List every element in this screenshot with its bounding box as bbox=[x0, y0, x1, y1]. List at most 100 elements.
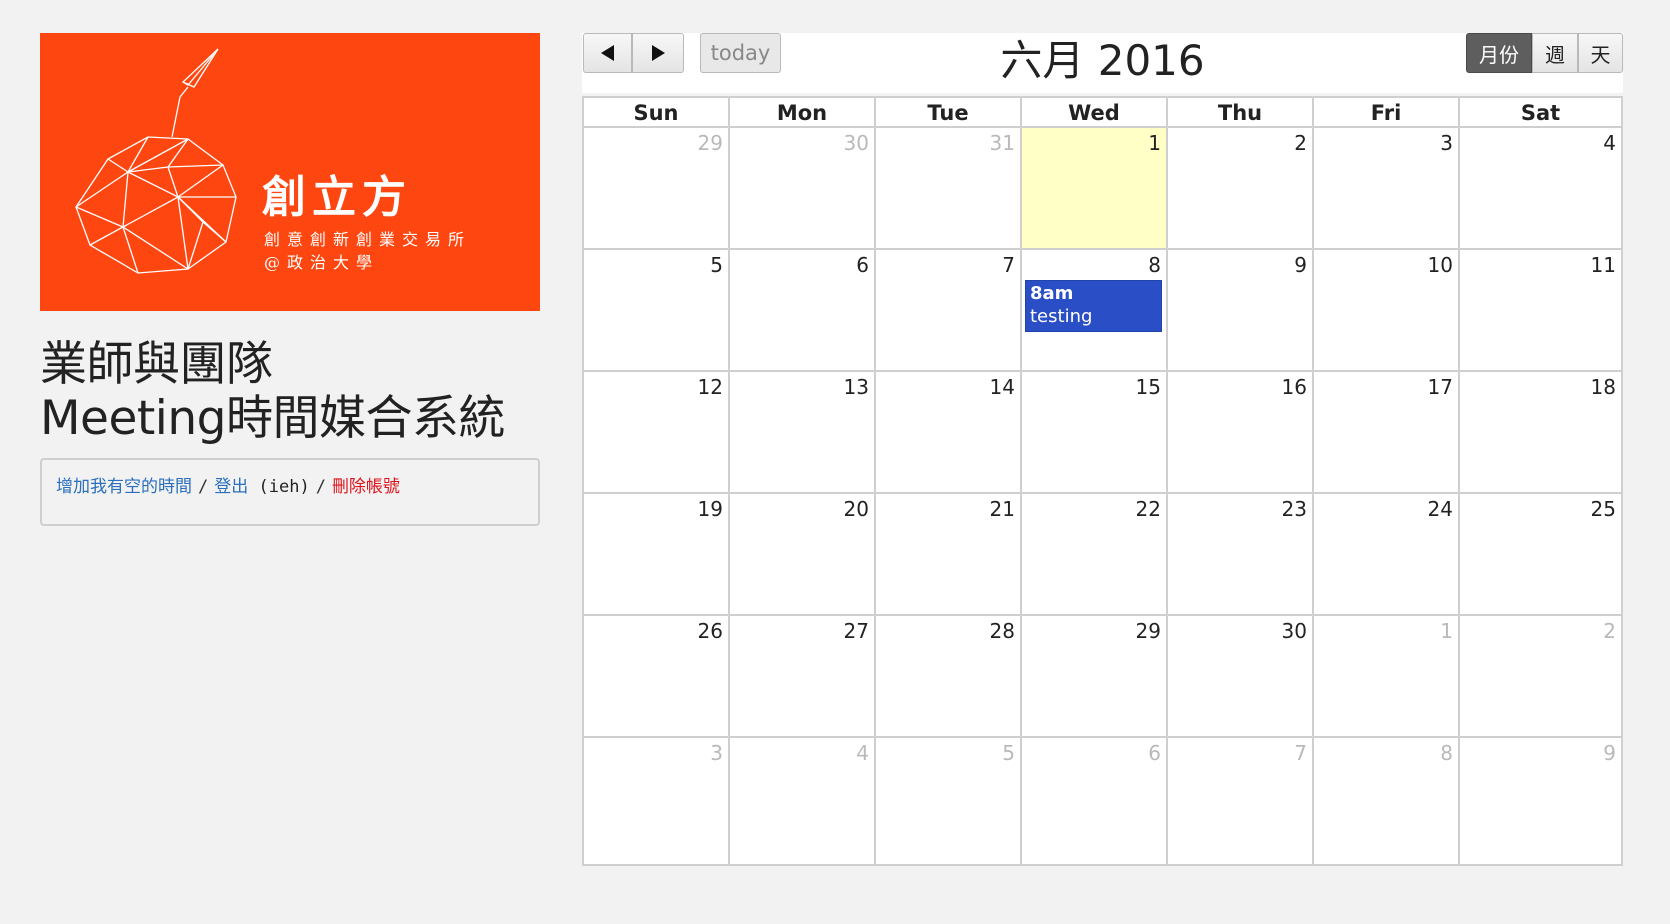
day-number: 19 bbox=[697, 497, 723, 521]
day-number: 20 bbox=[843, 497, 869, 521]
day-cell[interactable]: 13 bbox=[730, 372, 876, 494]
logo-banner: 創立方 創意創新創業交易所 @政治大學 bbox=[40, 33, 540, 311]
day-cell[interactable]: 15 bbox=[1022, 372, 1168, 494]
day-cell[interactable]: 11 bbox=[1460, 250, 1623, 372]
day-cell[interactable]: 1 bbox=[1314, 616, 1460, 738]
separator: / bbox=[198, 477, 209, 497]
month-grid: Sun Mon Tue Wed Thu Fri Sat 29 30 31 1 2 3 4 5 6 7 8 8am t… bbox=[582, 96, 1623, 866]
day-cell[interactable]: 3 bbox=[1314, 128, 1460, 250]
day-number: 30 bbox=[843, 131, 869, 155]
day-cell[interactable]: 6 bbox=[730, 250, 876, 372]
week-row: 26 27 28 29 30 1 2 bbox=[584, 616, 1623, 738]
day-number: 9 bbox=[1603, 741, 1616, 765]
day-cell[interactable]: 24 bbox=[1314, 494, 1460, 616]
week-row: 3 4 5 6 7 8 9 bbox=[584, 738, 1623, 866]
view-week-button[interactable]: 週 bbox=[1532, 33, 1578, 73]
day-number: 18 bbox=[1590, 375, 1616, 399]
day-cell[interactable]: 4 bbox=[1460, 128, 1623, 250]
day-number: 4 bbox=[1603, 131, 1616, 155]
day-number: 1 bbox=[1148, 131, 1161, 155]
day-number: 22 bbox=[1135, 497, 1161, 521]
calendar: today 六月 2016 月份 週 天 Sun Mon Tue Wed Thu Fri S… bbox=[582, 33, 1623, 866]
day-cell[interactable]: 3 bbox=[584, 738, 730, 866]
weekday-header-row: Sun Mon Tue Wed Thu Fri Sat bbox=[584, 98, 1623, 128]
day-number: 25 bbox=[1590, 497, 1616, 521]
day-cell[interactable]: 29 bbox=[1022, 616, 1168, 738]
day-cell[interactable]: 2 bbox=[1460, 616, 1623, 738]
day-cell-today[interactable]: 1 bbox=[1022, 128, 1168, 250]
day-cell[interactable]: 9 bbox=[1168, 250, 1314, 372]
delete-account-link[interactable]: 刪除帳號 bbox=[332, 477, 400, 497]
day-cell[interactable]: 5 bbox=[876, 738, 1022, 866]
day-cell[interactable]: 23 bbox=[1168, 494, 1314, 616]
day-number: 5 bbox=[1002, 741, 1015, 765]
day-cell[interactable]: 29 bbox=[584, 128, 730, 250]
calendar-event[interactable]: 8am testing bbox=[1025, 280, 1162, 332]
day-cell[interactable]: 25 bbox=[1460, 494, 1623, 616]
day-number: 11 bbox=[1590, 253, 1616, 277]
day-cell[interactable]: 6 bbox=[1022, 738, 1168, 866]
username-text: (ieh) bbox=[258, 477, 310, 497]
day-number: 6 bbox=[1148, 741, 1161, 765]
day-cell[interactable]: 2 bbox=[1168, 128, 1314, 250]
week-row: 19 20 21 22 23 24 25 bbox=[584, 494, 1623, 616]
day-cell[interactable]: 9 bbox=[1460, 738, 1623, 866]
day-cell[interactable]: 16 bbox=[1168, 372, 1314, 494]
day-number: 21 bbox=[989, 497, 1015, 521]
day-number: 15 bbox=[1135, 375, 1161, 399]
weekday-header: Tue bbox=[876, 98, 1022, 128]
day-cell[interactable]: 30 bbox=[730, 128, 876, 250]
day-number: 13 bbox=[843, 375, 869, 399]
logo-subtitle: 創意創新創業交易所 bbox=[264, 230, 472, 249]
day-cell[interactable]: 5 bbox=[584, 250, 730, 372]
day-number: 12 bbox=[697, 375, 723, 399]
logout-link[interactable]: 登出 bbox=[214, 477, 248, 497]
day-cell[interactable]: 28 bbox=[876, 616, 1022, 738]
day-number: 10 bbox=[1427, 253, 1453, 277]
day-cell[interactable]: 7 bbox=[876, 250, 1022, 372]
weekday-header: Sun bbox=[584, 98, 730, 128]
weekday-header: Thu bbox=[1168, 98, 1314, 128]
weekday-header: Wed bbox=[1022, 98, 1168, 128]
separator: / bbox=[315, 477, 326, 497]
logo-subtitle-university: @政治大學 bbox=[264, 253, 380, 272]
week-row: 29 30 31 1 2 3 4 bbox=[584, 128, 1623, 250]
day-number: 6 bbox=[856, 253, 869, 277]
day-number: 9 bbox=[1294, 253, 1307, 277]
week-row: 12 13 14 15 16 17 18 bbox=[584, 372, 1623, 494]
day-number: 29 bbox=[1135, 619, 1161, 643]
week-row: 5 6 7 8 8am testing 9 10 11 bbox=[584, 250, 1623, 372]
day-cell[interactable]: 17 bbox=[1314, 372, 1460, 494]
day-cell[interactable]: 7 bbox=[1168, 738, 1314, 866]
day-cell[interactable]: 12 bbox=[584, 372, 730, 494]
day-cell[interactable]: 8 8am testing bbox=[1022, 250, 1168, 372]
day-cell[interactable]: 20 bbox=[730, 494, 876, 616]
day-cell[interactable]: 14 bbox=[876, 372, 1022, 494]
day-number: 29 bbox=[697, 131, 723, 155]
day-cell[interactable]: 10 bbox=[1314, 250, 1460, 372]
weekday-header: Fri bbox=[1314, 98, 1460, 128]
page-title: 業師與團隊 Meeting時間媒合系統 bbox=[40, 338, 540, 446]
weekday-header: Mon bbox=[730, 98, 876, 128]
add-available-time-link[interactable]: 增加我有空的時間 bbox=[56, 477, 192, 497]
page-title-line2: Meeting時間媒合系統 bbox=[40, 391, 506, 446]
day-number: 4 bbox=[856, 741, 869, 765]
day-cell[interactable]: 27 bbox=[730, 616, 876, 738]
day-cell[interactable]: 21 bbox=[876, 494, 1022, 616]
day-number: 31 bbox=[989, 131, 1015, 155]
view-month-button[interactable]: 月份 bbox=[1466, 33, 1532, 73]
day-cell[interactable]: 8 bbox=[1314, 738, 1460, 866]
view-day-button[interactable]: 天 bbox=[1578, 33, 1623, 73]
day-number: 2 bbox=[1603, 619, 1616, 643]
day-cell[interactable]: 22 bbox=[1022, 494, 1168, 616]
day-cell[interactable]: 30 bbox=[1168, 616, 1314, 738]
day-cell[interactable]: 26 bbox=[584, 616, 730, 738]
day-number: 26 bbox=[697, 619, 723, 643]
day-cell[interactable]: 18 bbox=[1460, 372, 1623, 494]
day-number: 28 bbox=[989, 619, 1015, 643]
day-cell[interactable]: 19 bbox=[584, 494, 730, 616]
day-number: 30 bbox=[1281, 619, 1307, 643]
day-cell[interactable]: 31 bbox=[876, 128, 1022, 250]
weekday-header: Sat bbox=[1460, 98, 1623, 128]
day-cell[interactable]: 4 bbox=[730, 738, 876, 866]
